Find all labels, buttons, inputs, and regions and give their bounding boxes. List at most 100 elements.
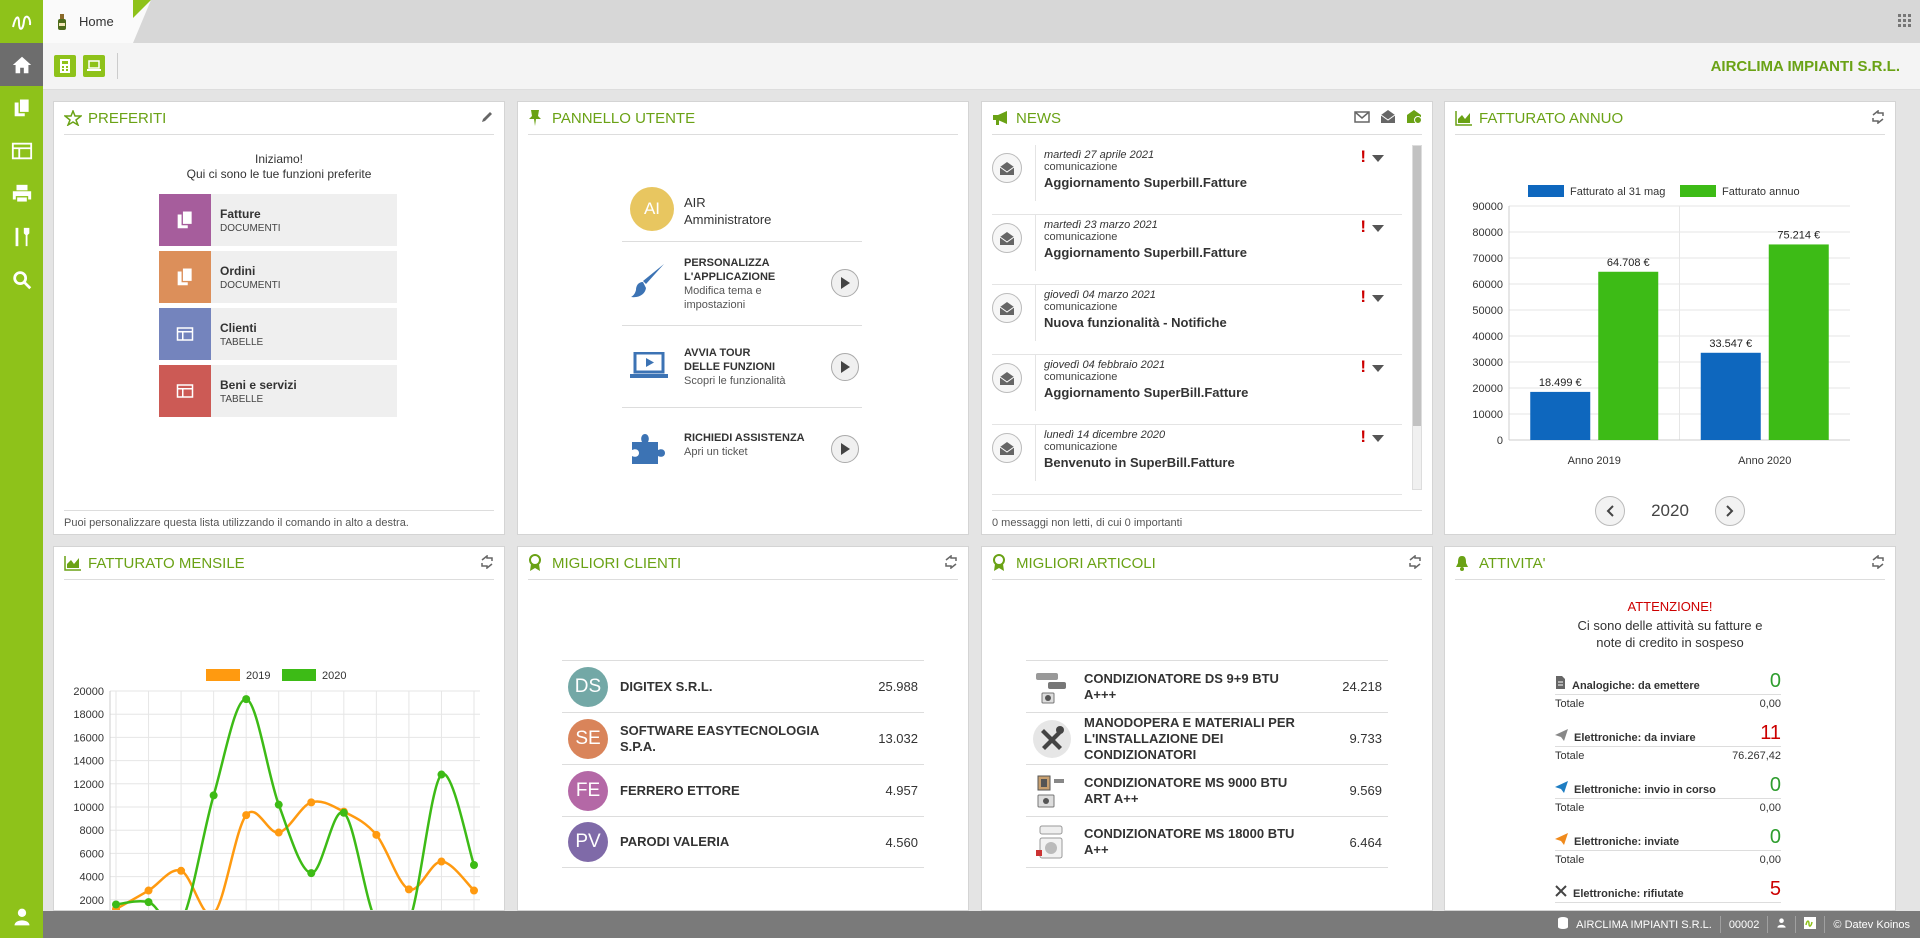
action-personalizza[interactable]: PERSONALIZZA L'APPLICAZIONE Modifica tem… — [622, 241, 862, 325]
panel-fatturato-annuo: FATTURATO ANNUO 0 10000 20000 30000 40000 500… — [1444, 101, 1896, 535]
app-logo-small-icon — [1804, 917, 1817, 932]
calculator-icon — [60, 59, 70, 73]
scrollbar-thumb[interactable] — [1413, 146, 1421, 426]
envelope-check-icon[interactable] — [1406, 109, 1422, 127]
favorite-item-clienti[interactable]: Clienti TABELLE — [159, 308, 397, 360]
megaphone-icon — [992, 109, 1010, 127]
chevron-down-icon[interactable] — [1372, 435, 1384, 442]
news-item[interactable]: giovedì 04 marzo 2021 comunicazione Nuova … — [992, 285, 1402, 355]
sidebar-item-tools[interactable] — [0, 215, 43, 258]
user-icon[interactable] — [1776, 917, 1787, 932]
y-tick-label: 30000 — [1472, 357, 1503, 369]
client-value: 4.957 — [885, 783, 918, 798]
play-icon — [841, 277, 850, 289]
status-company[interactable]: AIRCLIMA IMPIANTI S.R.L. — [1576, 919, 1712, 931]
refresh-icon[interactable] — [944, 553, 958, 572]
refresh-icon[interactable] — [1408, 553, 1422, 572]
important-icon: ! — [1360, 147, 1366, 166]
news-scrollbar[interactable] — [1412, 145, 1422, 490]
activity-row[interactable]: Analogiche: da emettere 0 Totale 0,00 — [1555, 669, 1781, 713]
refresh-icon[interactable] — [1871, 108, 1885, 127]
refresh-icon[interactable] — [1871, 553, 1885, 572]
news-item[interactable]: lunedì 14 dicembre 2020 comunicazione Benv… — [992, 425, 1402, 495]
table-icon — [176, 384, 194, 398]
news-item[interactable]: martedì 27 aprile 2021 comunicazione Aggio… — [992, 145, 1402, 215]
sidebar-user[interactable] — [0, 895, 43, 938]
action-tour[interactable]: AVVIA TOUR DELLE FUNZIONI Scopri le funz… — [622, 325, 862, 407]
chevron-down-icon[interactable] — [1372, 225, 1384, 232]
sidebar-item-home[interactable] — [0, 43, 43, 86]
client-row[interactable]: FE FERRERO ETTORE 4.957 — [562, 764, 924, 816]
data-point — [307, 798, 316, 807]
send-icon — [1555, 833, 1568, 848]
news-category: comunicazione — [1044, 371, 1118, 383]
article-row[interactable]: CONDIZIONATORE MS 18000 BTU A++ 6.464 — [1026, 816, 1388, 868]
important-icon: ! — [1360, 287, 1366, 306]
calculator-button[interactable] — [54, 55, 76, 77]
news-item[interactable]: giovedì 04 febbraio 2021 comunicazione Agg… — [992, 355, 1402, 425]
next-year-button[interactable] — [1714, 496, 1745, 526]
search-icon — [12, 270, 31, 289]
data-point — [372, 830, 381, 839]
app-logo-icon[interactable] — [0, 0, 43, 43]
chevron-down-icon[interactable] — [1372, 365, 1384, 372]
client-row[interactable]: PV PARODI VALERIA 4.560 — [562, 816, 924, 868]
chevron-down-icon[interactable] — [1372, 295, 1384, 302]
activity-row[interactable]: Elettroniche: da inviare 11 Totale 76.267,… — [1555, 721, 1781, 765]
news-date: lunedì 14 dicembre 2020 — [1044, 429, 1166, 441]
attention-text: ATTENZIONE! — [1627, 599, 1713, 614]
avatar: DS — [568, 666, 608, 707]
refresh-icon[interactable] — [480, 553, 494, 572]
article-row[interactable]: CONDIZIONATORE MS 9000 BTU ART A++ 9.569 — [1026, 764, 1388, 816]
article-row[interactable]: CONDIZIONATORE DS 9+9 BTU A+++ 24.218 — [1026, 660, 1388, 712]
tools-icon — [1032, 719, 1072, 759]
copyright: © Datev Koinos — [1833, 918, 1910, 931]
y-tick-label: 60000 — [1472, 279, 1503, 291]
y-tick-label: 80000 — [1472, 227, 1503, 239]
prev-year-button[interactable] — [1595, 496, 1625, 526]
article-row[interactable]: MANODOPERA E MATERIALI PER L'INSTALLAZIO… — [1026, 712, 1388, 764]
panel-fatturato-mensile: FATTURATO MENSILE 0200040006000800010000… — [53, 546, 505, 911]
favorite-item-ordini[interactable]: Ordini DOCUMENTI — [159, 251, 397, 303]
news-footer: 0 messaggi non letti, di cui 0 important… — [992, 510, 1422, 534]
action-assistenza[interactable]: RICHIEDI ASSISTENZA Apri un ticket — [622, 407, 862, 489]
sidebar-item-print[interactable] — [0, 172, 43, 215]
article-name: CONDIZIONATORE MS 9000 BTU ART A++ — [1084, 774, 1288, 806]
important-icon: ! — [1360, 427, 1366, 446]
home-icon — [12, 56, 31, 73]
envelope-icon[interactable] — [1354, 110, 1370, 126]
preferiti-footer: Puoi personalizzare questa lista utilizz… — [64, 510, 494, 534]
favorite-category: TABELLE — [220, 393, 264, 405]
activity-row[interactable]: Elettroniche: invio in corso 0 Totale 0,00 — [1555, 773, 1781, 817]
panel-title: NEWS — [1016, 109, 1061, 127]
client-row[interactable]: DS DIGITEX S.R.L. 25.988 — [562, 660, 924, 712]
play-button[interactable] — [831, 435, 859, 463]
sidebar-item-documents[interactable] — [0, 86, 43, 129]
y-tick-label: 12000 — [73, 779, 104, 791]
apps-grid-icon[interactable] — [1898, 14, 1912, 31]
activity-row[interactable]: Elettroniche: rifiutate 5 — [1555, 877, 1781, 903]
activity-row[interactable]: Elettroniche: inviate 0 Totale 0,00 — [1555, 825, 1781, 869]
activity-total: 76.267,42 — [1732, 750, 1781, 762]
play-button[interactable] — [831, 269, 859, 297]
favorite-item-fatture[interactable]: Fatture DOCUMENTI — [159, 194, 397, 246]
laptop-button[interactable] — [83, 55, 105, 77]
top-bar: Home — [43, 0, 1920, 43]
envelope-icon — [992, 223, 1022, 253]
envelope-open-icon[interactable] — [1380, 109, 1396, 127]
y-tick-label: 90000 — [1472, 201, 1503, 213]
favorite-name: Beni e servizi — [220, 377, 297, 392]
sidebar-item-tables[interactable] — [0, 129, 43, 172]
envelope-icon — [992, 433, 1022, 463]
news-item[interactable]: martedì 23 marzo 2021 comunicazione Aggior… — [992, 215, 1402, 285]
edit-pencil-icon[interactable] — [480, 110, 494, 127]
avatar: SE — [568, 718, 608, 759]
play-button[interactable] — [831, 353, 859, 381]
tab-home[interactable]: Home — [43, 0, 151, 43]
client-row[interactable]: SE SOFTWARE EASYTECNOLOGIA S.P.A. 13.032 — [562, 712, 924, 764]
chevron-down-icon[interactable] — [1372, 155, 1384, 162]
panel-attivita: ATTIVITA' ATTENZIONE! Ci sono delle atti… — [1444, 546, 1896, 911]
news-title: Benvenuto in SuperBill.Fatture — [1044, 455, 1235, 470]
favorite-item-beni-servizi[interactable]: Beni e servizi TABELLE — [159, 365, 397, 417]
sidebar-item-search[interactable] — [0, 258, 43, 301]
